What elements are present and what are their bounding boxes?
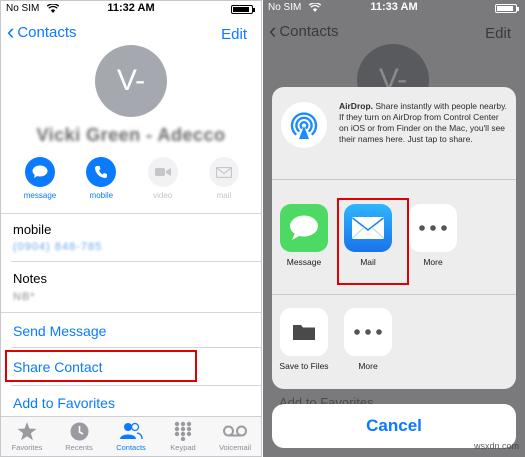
airdrop-description: AirDrop. Share instantly with people nea… <box>339 101 509 145</box>
battery-icon <box>231 5 255 14</box>
divider <box>1 312 261 313</box>
tab-contacts[interactable]: Contacts <box>106 421 156 456</box>
call-mobile-button[interactable]: mobile <box>82 157 120 200</box>
status-bar: No SIM 11:32 AM <box>1 1 261 17</box>
people-icon <box>106 421 156 441</box>
video-camera-icon <box>147 157 178 187</box>
tab-keypad[interactable]: Keypad <box>158 421 208 456</box>
share-sheet-screen: No SIM 11:33 AM ‹ Contacts Edit V- Add t… <box>263 0 525 457</box>
messages-app-icon <box>280 204 328 252</box>
message-action-label: message <box>23 191 57 200</box>
chevron-left-icon: ‹ <box>269 17 277 43</box>
edit-button[interactable]: Edit <box>221 26 247 43</box>
tab-voicemail[interactable]: Voicemail <box>210 421 260 456</box>
share-app-label: More <box>423 257 443 267</box>
tab-bar: Favorites Recents Contacts Keypad Voicem… <box>1 416 261 456</box>
phone-icon <box>86 157 117 187</box>
avatar: V- <box>95 45 167 117</box>
chevron-left-icon: ‹ <box>7 18 15 44</box>
star-icon <box>2 421 52 441</box>
status-time: 11:33 AM <box>370 1 418 13</box>
battery-icon <box>495 4 519 13</box>
voicemail-icon <box>210 421 260 441</box>
notes-field-label: Notes <box>13 271 47 286</box>
send-message-row[interactable]: Send Message <box>13 323 106 339</box>
divider <box>1 213 261 214</box>
mail-action-label: mail <box>216 191 232 200</box>
mail-action-button[interactable]: mail <box>205 157 243 200</box>
back-to-contacts-button: ‹ Contacts <box>269 17 339 43</box>
share-action-label: More <box>358 361 378 371</box>
mobile-action-label: mobile <box>89 191 114 200</box>
mobile-field-label: mobile <box>13 222 52 237</box>
tab-label: Keypad <box>170 443 196 452</box>
video-action-button[interactable]: video <box>144 157 182 200</box>
more-actions[interactable]: More <box>338 308 398 371</box>
airdrop-icon <box>281 102 327 148</box>
more-dots-icon <box>409 204 457 252</box>
message-bubble-icon <box>25 157 55 187</box>
divider <box>272 294 516 295</box>
add-to-favorites-row[interactable]: Add to Favorites <box>13 395 115 411</box>
edit-button: Edit <box>485 25 511 42</box>
contact-actions: message mobile video mail <box>21 157 243 200</box>
clock-icon <box>54 421 104 441</box>
contact-name: Vicki Green - Adecco <box>36 125 226 145</box>
contact-detail-screen: No SIM 11:32 AM ‹ Contacts Edit V- Vicki… <box>0 0 262 457</box>
status-bar: No SIM 11:33 AM <box>263 0 525 16</box>
tab-label: Contacts <box>116 443 146 452</box>
divider <box>11 261 261 262</box>
video-action-label: video <box>153 191 173 200</box>
share-via-message[interactable]: Message <box>274 204 334 267</box>
share-app-label: Message <box>286 257 322 267</box>
tab-label: Voicemail <box>218 443 252 452</box>
share-more-apps[interactable]: More <box>403 204 463 267</box>
back-label: Contacts <box>17 24 77 41</box>
airdrop-section[interactable]: AirDrop. Share instantly with people nea… <box>272 87 516 179</box>
back-to-contacts-button[interactable]: ‹ Contacts <box>7 18 77 44</box>
divider <box>11 385 261 386</box>
folder-icon <box>280 308 328 356</box>
airdrop-title: AirDrop. <box>339 101 373 111</box>
divider <box>272 179 516 180</box>
mobile-number-value[interactable]: (0904) 848-785 <box>13 241 102 253</box>
watermark: wsxdn.com <box>473 441 519 451</box>
share-sheet: AirDrop. Share instantly with people nea… <box>272 87 516 389</box>
divider <box>11 347 261 348</box>
tab-label: Recents <box>65 443 93 452</box>
keypad-icon <box>158 421 208 441</box>
tab-recents[interactable]: Recents <box>54 421 104 456</box>
more-dots-icon <box>344 308 392 356</box>
status-time: 11:32 AM <box>107 2 155 14</box>
tab-label: Favorites <box>11 443 43 452</box>
save-to-files-action[interactable]: Save to Files <box>274 308 334 371</box>
share-contact-highlight <box>5 350 197 382</box>
mail-highlight <box>337 198 409 285</box>
share-action-label: Save to Files <box>279 361 329 371</box>
notes-value[interactable]: NB* <box>13 291 36 303</box>
back-label: Contacts <box>279 23 339 40</box>
message-action-button[interactable]: message <box>21 157 59 200</box>
tab-favorites[interactable]: Favorites <box>2 421 52 456</box>
envelope-icon <box>208 157 239 187</box>
